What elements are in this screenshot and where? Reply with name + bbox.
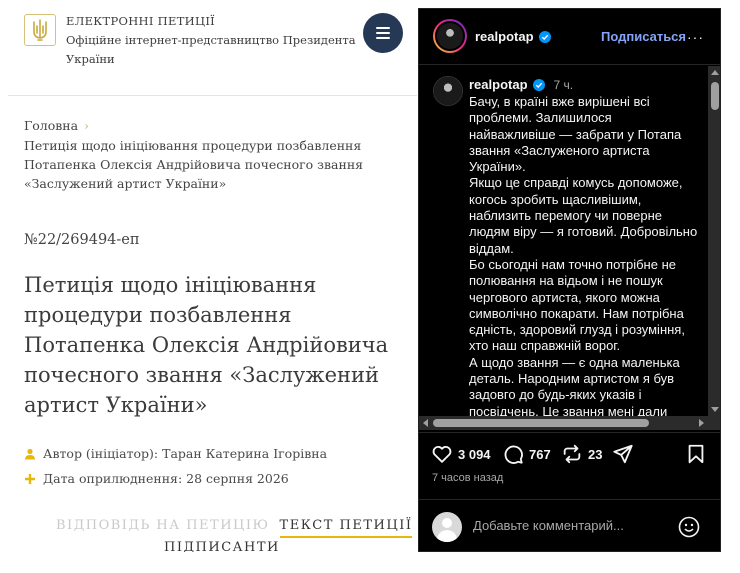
trident-icon[interactable] [24, 14, 56, 46]
comment-input[interactable] [473, 518, 663, 533]
comment-bar [419, 499, 720, 551]
petition-author: Автор (ініціатор): Таран Катерина Ігорів… [24, 446, 327, 461]
heart-icon [432, 446, 452, 463]
caption-username[interactable]: realpotap [469, 77, 528, 92]
emoji-icon[interactable] [678, 516, 700, 538]
instagram-post: realpotap Подписаться ··· realpotap 7 ч.… [418, 8, 721, 552]
verified-icon [532, 78, 545, 91]
scroll-right-icon[interactable] [699, 419, 704, 427]
scrollbar-thumb[interactable] [711, 82, 719, 110]
repost-button[interactable]: 23 [561, 443, 602, 465]
scroll-up-icon[interactable] [711, 70, 719, 75]
horizontal-scrollbar[interactable] [419, 416, 720, 430]
petition-date: Дата оприлюднення: 28 серпня 2026 [24, 471, 289, 486]
caption-header: realpotap 7 ч. [469, 77, 573, 92]
follow-button[interactable]: Подписаться [601, 29, 686, 44]
petition-title: Петиція щодо ініціювання процедури позба… [24, 273, 389, 417]
comment-icon [504, 445, 523, 464]
username-link[interactable]: realpotap [475, 29, 551, 44]
site-title-text: ЕЛЕКТРОННІ ПЕТИЦІЇ [66, 14, 216, 28]
verified-icon [538, 30, 551, 43]
site-title[interactable]: ЕЛЕКТРОННІ ПЕТИЦІЇ Офіційне інтернет-пре… [66, 12, 356, 69]
user-icon [25, 448, 35, 459]
avatar[interactable] [433, 19, 467, 53]
repost-icon [563, 444, 581, 464]
scroll-down-icon[interactable] [711, 407, 719, 412]
menu-button[interactable] [363, 13, 403, 53]
site-header: ЕЛЕКТРОННІ ПЕТИЦІЇ Офіційне інтернет-пре… [8, 8, 417, 96]
comment-count: 767 [529, 446, 551, 462]
send-icon [613, 444, 633, 464]
caption-paragraph: Бачу, в країні вже вирішені всі проблеми… [469, 94, 682, 175]
site-subtitle: Офіційне інтернет-представництво Президе… [66, 33, 356, 66]
petition-number: №22/269494-еп [24, 232, 140, 248]
hamburger-icon [376, 27, 390, 29]
caption-paragraph: А щодо звання — є одна маленька деталь. … [469, 354, 680, 416]
breadcrumb-current: Петиція щодо ініціювання процедури позба… [24, 138, 364, 191]
username: realpotap [475, 29, 534, 44]
date-text: Дата оприлюднення: 28 серпня 2026 [43, 471, 289, 486]
tab-text[interactable]: ТЕКСТ ПЕТИЦІЇ [279, 518, 413, 538]
breadcrumb: Головна › Петиція щодо ініціювання процед… [24, 116, 404, 193]
author-text: Автор (ініціатор): Таран Катерина Ігорів… [43, 446, 328, 461]
caption-paragraph: Бо сьогодні нам точно потрібне не полюва… [469, 256, 685, 354]
caption-avatar[interactable] [433, 76, 463, 106]
tab-answer[interactable]: ВІДПОВІДЬ НА ПЕТИЦІЮ [56, 518, 270, 533]
caption-time: 7 ч. [553, 77, 574, 92]
post-header: realpotap Подписаться ··· [419, 9, 720, 65]
tab-signers[interactable]: ПІДПИСАНТИ [164, 540, 280, 552]
caption-text: Бачу, в країні вже вирішені всі проблеми… [469, 94, 701, 416]
scrollbar-thumb[interactable] [433, 419, 649, 427]
comment-button[interactable]: 767 [502, 443, 551, 465]
caption-area: realpotap 7 ч. Бачу, в країні вже виріше… [419, 66, 708, 416]
scroll-left-icon[interactable] [423, 419, 428, 427]
breadcrumb-home[interactable]: Головна [24, 116, 78, 135]
action-bar: 3 094 767 23 [419, 432, 720, 472]
petition-page: ЕЛЕКТРОННІ ПЕТИЦІЇ Офіційне інтернет-пре… [8, 8, 417, 552]
like-count: 3 094 [458, 446, 491, 462]
more-options-icon[interactable]: ··· [687, 29, 704, 45]
repost-count: 23 [588, 446, 603, 462]
save-button[interactable] [685, 443, 707, 465]
caption-paragraph: Якщо це справді комусь допоможе, когось … [469, 175, 698, 256]
user-avatar [432, 512, 462, 542]
like-button[interactable]: 3 094 [431, 443, 491, 465]
plus-icon [25, 473, 35, 484]
petition-tabs: ВІДПОВІДЬ НА ПЕТИЦІЮ ТЕКСТ ПЕТИЦІЇ [56, 518, 413, 538]
posted-ago: 7 часов назад [432, 472, 504, 484]
bookmark-icon [688, 444, 704, 464]
chevron-right-icon: › [84, 119, 89, 133]
vertical-scrollbar[interactable] [708, 66, 720, 416]
share-button[interactable] [612, 443, 634, 465]
